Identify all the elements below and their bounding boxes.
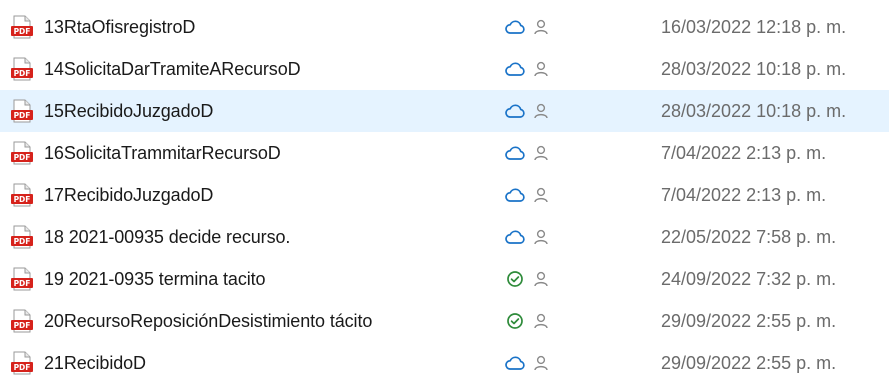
file-list: PDF 13RtaOfisregistroD 16/03/2022 12:18 …: [0, 6, 889, 384]
file-row[interactable]: PDF 17RecibidoJuzgadoD 7/04/2022 2:13 p.…: [0, 174, 889, 216]
modified-date: 24/09/2022 7:32 p. m.: [661, 268, 837, 289]
status-cell: [504, 132, 550, 174]
file-row[interactable]: PDF 21RecibidoD 29/09/2022 2:55 p. m.: [0, 342, 889, 384]
file-name: 19 2021-0935 termina tacito: [44, 268, 266, 289]
file-name: 16SolicitaTrammitarRecursoD: [44, 142, 281, 163]
status-cell: [504, 48, 550, 90]
cloud-outline-icon: [504, 102, 526, 120]
name-cell: PDF 13RtaOfisregistroD: [10, 6, 195, 48]
modified-date: 22/05/2022 7:58 p. m.: [661, 226, 837, 247]
svg-text:PDF: PDF: [14, 69, 31, 78]
pdf-icon: PDF: [10, 309, 34, 333]
person-icon: [532, 270, 550, 288]
file-name: 14SolicitaDarTramiteARecursoD: [44, 58, 301, 79]
cloud-outline-icon: [504, 18, 526, 36]
svg-text:PDF: PDF: [14, 111, 31, 120]
person-icon: [532, 144, 550, 162]
cloud-outline-icon: [504, 60, 526, 78]
file-row[interactable]: PDF 20RecursoReposiciónDesistimiento tác…: [0, 300, 889, 342]
pdf-icon: PDF: [10, 351, 34, 375]
status-cell: [504, 6, 550, 48]
file-row[interactable]: PDF 19 2021-0935 termina tacito 24/09/20…: [0, 258, 889, 300]
modified-date: 29/09/2022 2:55 p. m.: [661, 310, 837, 331]
file-name: 17RecibidoJuzgadoD: [44, 184, 214, 205]
name-cell: PDF 15RecibidoJuzgadoD: [10, 90, 213, 132]
person-icon: [532, 228, 550, 246]
file-row[interactable]: PDF 16SolicitaTrammitarRecursoD 7/04/202…: [0, 132, 889, 174]
modified-date: 29/09/2022 2:55 p. m.: [661, 352, 837, 373]
status-cell: [504, 90, 550, 132]
pdf-icon: PDF: [10, 57, 34, 81]
file-row[interactable]: PDF 13RtaOfisregistroD 16/03/2022 12:18 …: [0, 6, 889, 48]
check-circle-icon: [504, 270, 526, 288]
name-cell: PDF 19 2021-0935 termina tacito: [10, 258, 266, 300]
person-icon: [532, 102, 550, 120]
modified-date: 7/04/2022 2:13 p. m.: [661, 184, 827, 205]
status-cell: [504, 300, 550, 342]
check-circle-icon: [504, 312, 526, 330]
file-name: 20RecursoReposiciónDesistimiento tácito: [44, 310, 373, 331]
name-cell: PDF 16SolicitaTrammitarRecursoD: [10, 132, 281, 174]
pdf-icon: PDF: [10, 267, 34, 291]
pdf-icon: PDF: [10, 183, 34, 207]
modified-date: 16/03/2022 12:18 p. m.: [661, 16, 847, 37]
pdf-icon: PDF: [10, 141, 34, 165]
person-icon: [532, 186, 550, 204]
modified-date: 7/04/2022 2:13 p. m.: [661, 142, 827, 163]
file-name: 21RecibidoD: [44, 352, 146, 373]
person-icon: [532, 312, 550, 330]
status-cell: [504, 216, 550, 258]
file-row[interactable]: PDF 18 2021-00935 decide recurso. 22/05/…: [0, 216, 889, 258]
file-row[interactable]: PDF 15RecibidoJuzgadoD 28/03/2022 10:18 …: [0, 90, 889, 132]
person-icon: [532, 60, 550, 78]
name-cell: PDF 14SolicitaDarTramiteARecursoD: [10, 48, 301, 90]
file-name: 15RecibidoJuzgadoD: [44, 100, 214, 121]
modified-date: 28/03/2022 10:18 p. m.: [661, 58, 847, 79]
cloud-outline-icon: [504, 354, 526, 372]
modified-date: 28/03/2022 10:18 p. m.: [661, 100, 847, 121]
status-cell: [504, 342, 550, 384]
pdf-icon: PDF: [10, 99, 34, 123]
svg-text:PDF: PDF: [14, 27, 31, 36]
svg-text:PDF: PDF: [14, 321, 31, 330]
name-cell: PDF 18 2021-00935 decide recurso.: [10, 216, 290, 258]
person-icon: [532, 18, 550, 36]
pdf-icon: PDF: [10, 15, 34, 39]
status-cell: [504, 174, 550, 216]
svg-text:PDF: PDF: [14, 237, 31, 246]
file-name: 13RtaOfisregistroD: [44, 16, 196, 37]
cloud-outline-icon: [504, 186, 526, 204]
svg-text:PDF: PDF: [14, 153, 31, 162]
cloud-outline-icon: [504, 228, 526, 246]
status-cell: [504, 258, 550, 300]
name-cell: PDF 17RecibidoJuzgadoD: [10, 174, 213, 216]
name-cell: PDF 21RecibidoD: [10, 342, 146, 384]
svg-text:PDF: PDF: [14, 363, 31, 372]
svg-text:PDF: PDF: [14, 279, 31, 288]
file-name: 18 2021-00935 decide recurso.: [44, 226, 291, 247]
file-row[interactable]: PDF 14SolicitaDarTramiteARecursoD 28/03/…: [0, 48, 889, 90]
cloud-outline-icon: [504, 144, 526, 162]
person-icon: [532, 354, 550, 372]
svg-text:PDF: PDF: [14, 195, 31, 204]
name-cell: PDF 20RecursoReposiciónDesistimiento tác…: [10, 300, 372, 342]
pdf-icon: PDF: [10, 225, 34, 249]
